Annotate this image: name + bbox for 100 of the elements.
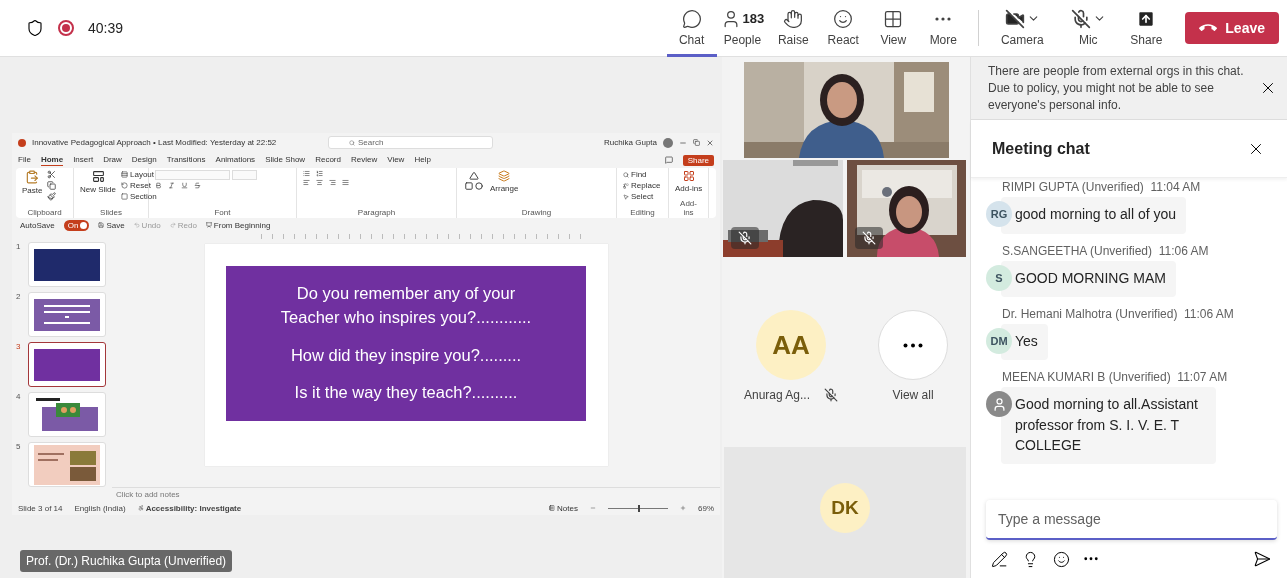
toolbar-button[interactable]: View	[868, 0, 919, 57]
menu-tab[interactable]: Animations	[215, 154, 256, 166]
group-label: Paragraph	[356, 208, 397, 217]
pointer-icon	[623, 193, 629, 200]
view-all-label[interactable]: View all	[892, 388, 934, 402]
mic-off-icon	[738, 231, 752, 245]
language-label: English (India)	[74, 503, 126, 513]
ribbon-button[interactable]: Select	[623, 192, 661, 201]
menu-tab[interactable]: File	[18, 154, 31, 166]
hand-icon	[783, 8, 804, 29]
new-slide-button[interactable]: New Slide	[80, 170, 116, 194]
search-icon	[623, 171, 629, 178]
group-label: Font	[213, 208, 232, 217]
toolbar-button[interactable]: Share	[1121, 0, 1172, 57]
autosave-toggle[interactable]: On	[63, 219, 90, 231]
restore-icon[interactable]	[693, 139, 700, 146]
more-icon	[903, 342, 923, 348]
group-label: Add-ins	[679, 199, 698, 217]
menu-tab[interactable]: Review	[350, 154, 378, 166]
toolbar-button[interactable]: React	[818, 0, 869, 57]
group-label: Drawing	[520, 208, 553, 217]
toolbar-button[interactable]: Mic	[1055, 0, 1122, 57]
ribbon-button[interactable]: Section	[121, 192, 157, 201]
font-field[interactable]	[155, 170, 230, 180]
external-notice: There are people from external orgs in this chat. Due to policy, you might not be able to see everyone's personal info.	[988, 63, 1245, 114]
autosave-label: AutoSave	[20, 220, 55, 230]
group-label: Editing	[629, 208, 656, 217]
ribbon-button[interactable]: Find	[623, 170, 661, 179]
arrange-button[interactable]: Arrange	[490, 170, 519, 193]
send-icon[interactable]	[1253, 550, 1271, 568]
search-field[interactable]: Search	[328, 136, 493, 149]
justify-icon	[342, 179, 349, 186]
toolbar-button[interactable]: More	[918, 0, 969, 57]
person-icon	[991, 396, 1007, 412]
more-icon	[1084, 557, 1098, 561]
quick-access-button[interactable]: Save	[98, 220, 125, 230]
sender-avatar: S	[986, 264, 1012, 291]
slide-icon	[91, 170, 105, 183]
layout-icon	[121, 171, 128, 178]
slide-thumbnail-drawing	[34, 298, 100, 331]
quick-access-button[interactable]: From Beginning	[205, 220, 271, 230]
menu-tab[interactable]: View	[387, 154, 405, 166]
ribbon-button[interactable]: Layout	[121, 170, 157, 179]
slide-thumbnail-drawing	[34, 396, 100, 433]
notes-button[interactable]: Notes	[549, 503, 578, 513]
ribbon-button[interactable]: Reset	[121, 181, 157, 190]
paintbrush-icon	[47, 192, 57, 201]
meeting-timer: 40:39	[88, 20, 124, 36]
add-ins-button[interactable]: Add-ins	[675, 170, 703, 193]
slide-thumbnail-drawing	[34, 348, 100, 381]
message-sender: MEENA KUMARI B (Unverified) 11:07 AM	[1001, 370, 1229, 385]
paste-button[interactable]: Paste	[22, 170, 43, 195]
share-button[interactable]: Share	[682, 154, 714, 166]
menu-tab[interactable]: Draw	[103, 154, 122, 166]
message-bubble: Good morning to all.Assistant professor from S. I. V. E. T COLLEGE	[1001, 387, 1216, 465]
clipboard-icon	[25, 170, 40, 184]
size-field[interactable]	[232, 170, 257, 180]
slide-number: 2	[16, 292, 22, 301]
emoji-icon[interactable]	[1053, 550, 1070, 568]
comment-icon[interactable]	[664, 156, 673, 164]
participant-avatar: DK	[820, 482, 870, 533]
menu-tab[interactable]: Insert	[73, 154, 94, 166]
redo-icon	[169, 222, 176, 228]
ribbon-button[interactable]: Replace	[623, 181, 661, 190]
underline-icon	[181, 182, 188, 189]
people-count: 183	[742, 11, 765, 26]
slide-number: 3	[16, 342, 22, 351]
toolbar-button[interactable]: Raise	[768, 0, 819, 57]
toolbar-button[interactable]: 183 People	[716, 0, 769, 57]
accessibility-button[interactable]: Accessibility: Investigate	[137, 503, 242, 513]
accessibility-icon	[137, 505, 144, 511]
mic-off-icon	[861, 231, 876, 245]
more-icon	[935, 16, 952, 21]
replace-icon	[623, 182, 629, 189]
bold-icon	[155, 182, 162, 189]
participant-name: Anurag Ag...	[743, 388, 810, 402]
search-icon	[349, 139, 355, 146]
chat-title: Meeting chat	[992, 139, 1090, 158]
scissors-icon	[47, 170, 57, 179]
align-center-icon	[316, 179, 323, 186]
undo-icon	[133, 222, 140, 228]
shield-icon	[26, 19, 44, 37]
menu-tab[interactable]: Slide Show	[265, 154, 306, 166]
message-sender: S.SANGEETHA (Unverified) 11:06 AM	[1001, 243, 1210, 258]
menu-tab[interactable]: Transitions	[166, 154, 206, 166]
grid-icon	[883, 8, 904, 29]
menu-tab[interactable]: Design	[131, 154, 157, 166]
menu-tab[interactable]: Home	[40, 154, 64, 166]
menu-tab[interactable]: Help	[414, 154, 431, 166]
notes-field[interactable]: Click to add notes	[112, 487, 720, 501]
notes-icon	[549, 505, 556, 511]
slide-thumbnail[interactable]	[28, 342, 106, 387]
message-sender: RIMPI GUPTA (Unverified) 11:04 AM	[1001, 180, 1202, 195]
document-title: Innovative Pedagogical Approach • Last Modified: Yesterday at 22:52	[32, 138, 278, 147]
format-icon[interactable]	[991, 550, 1008, 568]
message-field[interactable]: Type a message	[986, 500, 1277, 540]
menu-tab[interactable]: Record	[315, 154, 341, 166]
toolbar-button[interactable]: Camera	[989, 0, 1056, 57]
leave-button[interactable]: Leave	[1185, 12, 1279, 44]
slide-text: How did they inspire you?.........	[290, 344, 522, 366]
